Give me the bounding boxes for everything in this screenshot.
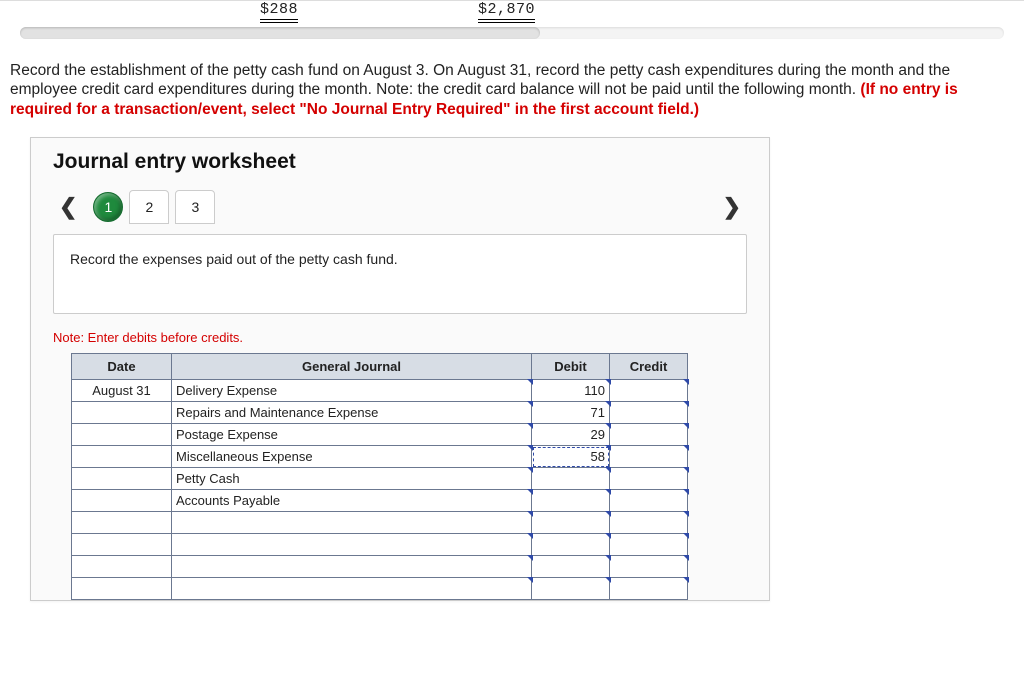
credit-cell[interactable] — [610, 380, 688, 402]
table-row: August 31Delivery Expense110 — [72, 380, 688, 402]
dropdown-arrow-icon[interactable] — [683, 379, 689, 385]
dropdown-arrow-icon[interactable] — [683, 577, 689, 583]
account-cell[interactable] — [172, 534, 532, 556]
credit-cell[interactable] — [610, 424, 688, 446]
debit-cell[interactable]: 71 — [532, 402, 610, 424]
worksheet-title: Journal entry worksheet — [53, 150, 747, 174]
account-cell[interactable]: Miscellaneous Expense — [172, 446, 532, 468]
prompt-box: Record the expenses paid out of the pett… — [53, 234, 747, 314]
table-row: Miscellaneous Expense58 — [72, 446, 688, 468]
account-cell[interactable] — [172, 556, 532, 578]
date-cell[interactable] — [72, 446, 172, 468]
dropdown-arrow-icon[interactable] — [683, 467, 689, 473]
date-cell[interactable] — [72, 424, 172, 446]
date-cell[interactable] — [72, 402, 172, 424]
debit-cell[interactable]: 29 — [532, 424, 610, 446]
debit-cell[interactable]: 58 — [532, 446, 610, 468]
table-row — [72, 556, 688, 578]
journal-worksheet-card: Journal entry worksheet ❮ 1 2 3 ❯ Record… — [30, 137, 770, 601]
credit-cell[interactable] — [610, 490, 688, 512]
debit-cell[interactable] — [532, 490, 610, 512]
credit-cell[interactable] — [610, 556, 688, 578]
date-cell[interactable] — [72, 490, 172, 512]
table-row — [72, 534, 688, 556]
horizontal-scrollbar[interactable] — [20, 27, 1004, 39]
col-credit-header: Credit — [610, 354, 688, 380]
step-2-tab[interactable]: 2 — [129, 190, 169, 224]
dropdown-arrow-icon[interactable] — [683, 489, 689, 495]
account-cell[interactable] — [172, 512, 532, 534]
account-cell[interactable]: Accounts Payable — [172, 490, 532, 512]
date-cell[interactable] — [72, 578, 172, 600]
prev-step-chevron-icon[interactable]: ❮ — [53, 192, 83, 222]
dropdown-arrow-icon[interactable] — [683, 555, 689, 561]
next-step-chevron-icon[interactable]: ❯ — [717, 192, 747, 222]
debit-cell[interactable] — [532, 512, 610, 534]
credit-cell[interactable] — [610, 402, 688, 424]
table-row: Accounts Payable — [72, 490, 688, 512]
table-row: Petty Cash — [72, 468, 688, 490]
date-cell[interactable] — [72, 534, 172, 556]
credit-cell[interactable] — [610, 446, 688, 468]
note-text: Note: Enter debits before credits. — [53, 330, 747, 345]
account-cell[interactable]: Repairs and Maintenance Expense — [172, 402, 532, 424]
table-row — [72, 512, 688, 534]
table-row — [72, 578, 688, 600]
amount-2: $2,870 — [478, 1, 535, 23]
col-general-journal-header: General Journal — [172, 354, 532, 380]
col-debit-header: Debit — [532, 354, 610, 380]
scrollbar-thumb[interactable] — [20, 27, 540, 39]
debit-cell[interactable] — [532, 534, 610, 556]
credit-cell[interactable] — [610, 512, 688, 534]
date-cell[interactable] — [72, 468, 172, 490]
account-cell[interactable]: Delivery Expense — [172, 380, 532, 402]
step-1-tab[interactable]: 1 — [93, 192, 123, 222]
credit-cell[interactable] — [610, 534, 688, 556]
debit-cell[interactable] — [532, 578, 610, 600]
step-nav: ❮ 1 2 3 ❯ — [53, 188, 747, 226]
debit-cell[interactable] — [532, 556, 610, 578]
table-row: Postage Expense29 — [72, 424, 688, 446]
account-cell[interactable]: Petty Cash — [172, 468, 532, 490]
account-cell[interactable]: Postage Expense — [172, 424, 532, 446]
dropdown-arrow-icon[interactable] — [683, 401, 689, 407]
debit-cell[interactable]: 110 — [532, 380, 610, 402]
dropdown-arrow-icon[interactable] — [683, 445, 689, 451]
instruction-body: Record the establishment of the petty ca… — [10, 62, 950, 98]
amount-1: $288 — [260, 1, 298, 23]
top-amount-row: $288 $2,870 — [0, 0, 1024, 33]
date-cell[interactable] — [72, 556, 172, 578]
table-row: Repairs and Maintenance Expense71 — [72, 402, 688, 424]
debit-cell[interactable] — [532, 468, 610, 490]
account-cell[interactable] — [172, 578, 532, 600]
credit-cell[interactable] — [610, 468, 688, 490]
credit-cell[interactable] — [610, 578, 688, 600]
dropdown-arrow-icon[interactable] — [683, 423, 689, 429]
step-3-tab[interactable]: 3 — [175, 190, 215, 224]
instruction-text: Record the establishment of the petty ca… — [10, 61, 1014, 119]
date-cell[interactable] — [72, 512, 172, 534]
prompt-text: Record the expenses paid out of the pett… — [70, 251, 398, 267]
date-cell[interactable]: August 31 — [72, 380, 172, 402]
journal-entry-table: Date General Journal Debit Credit August… — [71, 353, 688, 600]
dropdown-arrow-icon[interactable] — [683, 533, 689, 539]
col-date-header: Date — [72, 354, 172, 380]
dropdown-arrow-icon[interactable] — [683, 511, 689, 517]
